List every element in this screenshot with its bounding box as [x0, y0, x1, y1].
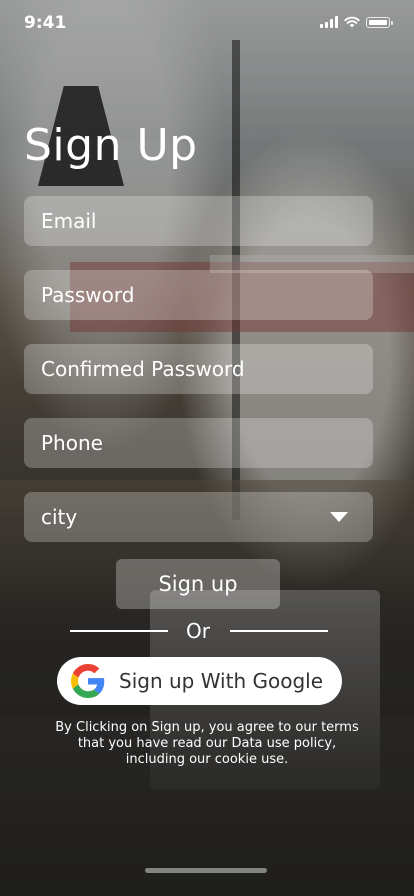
city-select-value: city [41, 505, 78, 529]
cellular-signal-icon [320, 16, 338, 28]
status-icons [320, 16, 393, 28]
email-field[interactable] [24, 196, 373, 246]
caret-down-icon [330, 512, 348, 522]
city-select[interactable]: city [24, 492, 373, 542]
terms-line-2: that you have read our Data use policy, [77, 736, 337, 751]
terms-line-1: By Clicking on Sign up, you agree to our… [55, 720, 359, 735]
terms-text: By Clicking on Sign up, you agree to our… [40, 720, 374, 768]
confirm-password-field[interactable] [24, 344, 373, 394]
sign-up-button[interactable]: Sign up [116, 559, 280, 609]
divider-right [230, 630, 328, 632]
wifi-icon [344, 16, 360, 28]
password-field[interactable] [24, 270, 373, 320]
google-button-label: Sign up With Google [119, 669, 324, 693]
google-sign-up-button[interactable]: Sign up With Google [57, 657, 342, 705]
battery-icon [366, 16, 393, 28]
status-bar: 9:41 [0, 0, 414, 44]
google-logo-icon [71, 664, 105, 698]
divider-left [70, 630, 168, 632]
page-title: Sign Up [24, 120, 198, 171]
terms-line-3: including our cookie use. [125, 752, 289, 767]
home-indicator [145, 868, 267, 873]
status-time: 9:41 [24, 13, 67, 33]
or-separator: Or [186, 619, 210, 643]
phone-field[interactable] [24, 418, 373, 468]
